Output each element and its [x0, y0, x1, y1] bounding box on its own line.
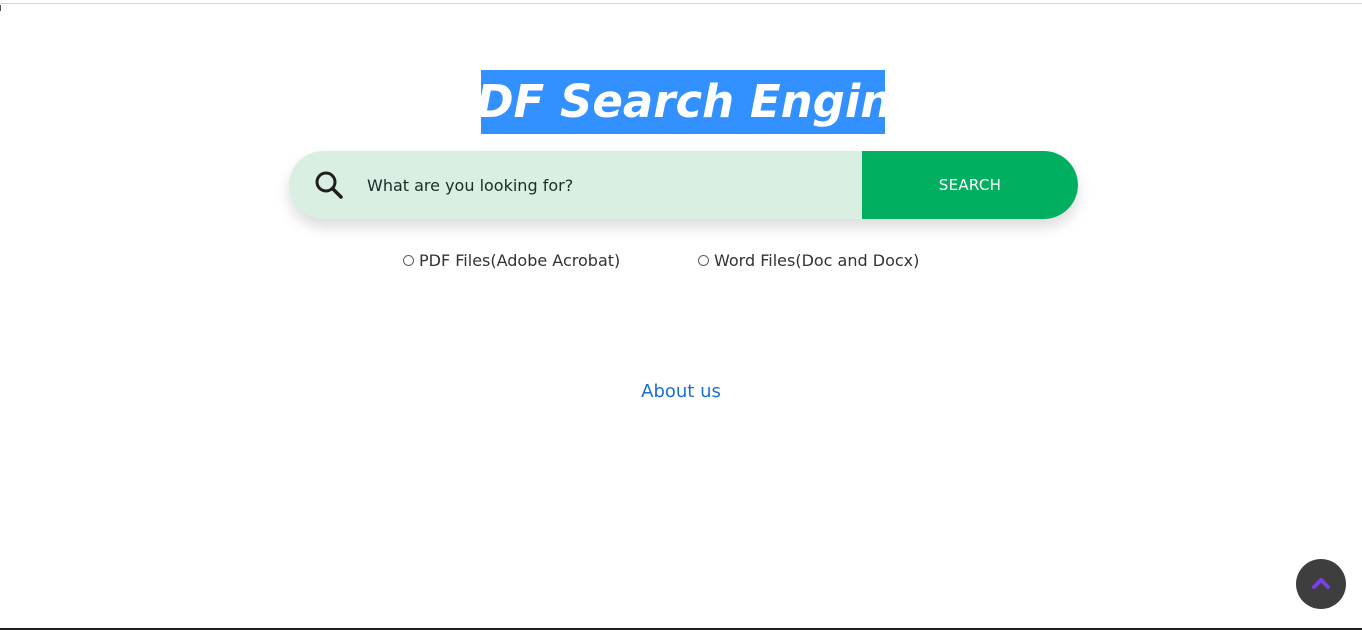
corner-mark — [0, 5, 4, 11]
search-bar: SEARCH — [289, 151, 1078, 219]
word-files-radio[interactable] — [698, 254, 709, 266]
pdf-files-label[interactable]: PDF Files(Adobe Acrobat) — [419, 251, 620, 270]
title-highlight: PDF Search Engine — [443, 70, 923, 134]
search-button[interactable]: SEARCH — [862, 151, 1078, 219]
word-files-label[interactable]: Word Files(Doc and Docx) — [714, 251, 919, 270]
page: PDF Search Engine SEARCH PDF Files(Adobe… — [0, 0, 1362, 630]
pdf-files-radio[interactable] — [403, 254, 414, 266]
scroll-to-top-button[interactable] — [1296, 559, 1346, 609]
chevron-up-icon — [1311, 575, 1331, 594]
page-title: PDF Search Engine — [443, 75, 923, 128]
about-us-link[interactable]: About us — [641, 381, 721, 402]
top-divider — [0, 3, 1362, 4]
filter-option-pdf[interactable]: PDF Files(Adobe Acrobat) — [403, 248, 620, 272]
filter-option-word[interactable]: Word Files(Doc and Docx) — [698, 248, 919, 272]
about-us-row: About us — [0, 381, 1362, 402]
search-input[interactable] — [367, 151, 857, 219]
search-icon — [313, 169, 345, 201]
